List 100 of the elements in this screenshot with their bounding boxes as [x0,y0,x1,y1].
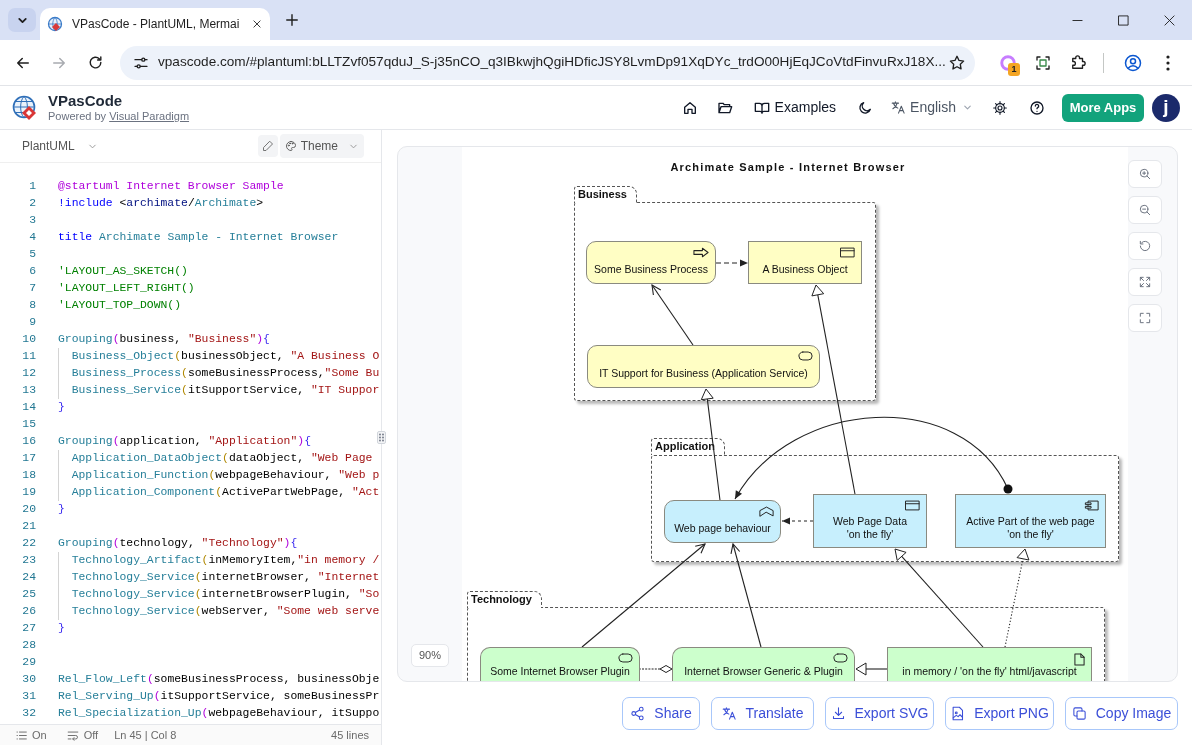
translate-icon [721,706,737,721]
line-number: 20 [21,502,36,517]
code-line: } [58,400,65,415]
close-icon [1163,14,1175,26]
examples-button[interactable]: Examples [748,93,842,122]
code-line: 'LAYOUT_LEFT_RIGHT() [58,281,195,296]
line-number: 7 [28,281,36,296]
pencil-icon [261,140,274,152]
code-line: } [58,502,65,517]
code-line: Application_DataObject(dataObject, "Web Page [58,450,373,467]
line-number: 29 [21,655,36,670]
edit-button[interactable] [257,135,278,157]
reset-view-button[interactable] [1128,232,1162,260]
tab-search-button[interactable] [8,8,36,32]
powered-by-text: Powered by Visual Paradigm [48,109,190,123]
code-line: @startuml Internet Browser Sample [58,179,284,194]
panel-icon [905,500,920,511]
line-number: 11 [21,349,36,364]
outline-toggle[interactable]: On [16,726,47,744]
diagram-title: Archimate Sample - Internet Browser [670,160,906,175]
code-line: Grouping(business, "Business"){ [58,332,270,347]
line-number: 19 [21,485,36,500]
language-button[interactable]: English [887,93,977,122]
user-avatar[interactable]: j [1152,93,1180,122]
caret-icon [962,102,973,113]
fullscreen-icon [1138,311,1152,325]
line-number: 24 [21,570,36,585]
resize-handle[interactable] [377,431,386,444]
language-dropdown[interactable]: PlantUML [14,134,106,158]
node-label: A Business Object [762,263,848,276]
line-number: 30 [21,672,36,687]
code-line: } [58,621,65,636]
code-line: 'LAYOUT_TOP_DOWN() [58,298,182,313]
address-bar[interactable]: vpascode.com/#plantuml:bLLTZvf057qduJ_S-j35nCO_q3IBkwjhQgiHDficJSY8LvmDp91XqDYc_trdO00HjEqJCoVtdFinvuRxJ18X... [120,45,975,80]
code-line: Application_Component(ActivePartWebPage, "Act [58,484,380,501]
access-arrow [781,517,814,525]
line-number: 3 [28,213,36,228]
export-png-button[interactable]: Export PNG [945,697,1054,730]
palette-icon [284,140,297,152]
group-label: Business [574,186,637,203]
serving-arrow [651,284,694,346]
code-line: Rel_Serving_Up(itSupportService, someBusinessPr [58,689,380,704]
code-line: Grouping(technology, "Technology"){ [58,536,298,551]
flow-arrow [715,259,749,267]
line-number: 22 [21,536,36,551]
line-number: 6 [28,264,36,279]
share-button[interactable]: Share [622,697,700,730]
node-label: Some Business Process [594,263,708,276]
close-icon [252,19,262,29]
fit-view-button[interactable] [1128,268,1162,296]
line-number: 10 [21,332,36,347]
line-number: 27 [21,621,36,636]
line-number: 2 [28,196,36,211]
theme-button[interactable]: Theme [279,134,364,158]
node-label: Web Page Data 'on the fly' [833,515,907,541]
line-number: 23 [21,553,36,568]
ring-icon [998,52,1018,73]
line-number: 18 [21,468,36,483]
copy-image-button[interactable]: Copy Image [1065,697,1178,730]
rotate-left-icon [1138,239,1152,253]
url-text: vpascode.com/#plantuml:bLLTZvf057qduJ_S-j35nCO_q3IBkwjhQgiHDficJSY8LvmDp91XqDYc_trdO00HjEqJCoVtdFinvuRxJ18X... [158,53,946,72]
line-number: 31 [21,689,36,704]
expand-arrows-icon [1138,275,1152,289]
wrap-icon [66,729,79,741]
line-number: 16 [21,434,36,449]
site-favicon [47,16,63,32]
zoom-out-button[interactable] [1128,196,1162,224]
home-icon [681,99,698,116]
app-name: VPasCode [48,92,124,109]
line-number: 13 [21,383,36,398]
pill-icon [618,653,633,663]
arrow-icon [693,247,709,258]
pill-icon [833,653,848,663]
line-number: 8 [28,298,36,313]
browser-tab[interactable]: VPasCode - PlantUML, Mermai [40,8,270,40]
code-line: !include <archimate/Archimate> [58,196,264,211]
component-icon [1084,500,1099,511]
translate-button[interactable]: Translate [711,697,814,730]
code-line: Business_Service(itSupportService, "IT Suppor [58,382,380,399]
code-line: Grouping(application, "Application"){ [58,434,311,449]
word-wrap-toggle[interactable]: Off [66,726,99,744]
list-icon [16,729,27,741]
line-number: 14 [21,400,36,415]
moon-icon [857,99,874,116]
line-number: 25 [21,587,36,602]
node-label: in memory / 'on the fly' html/javascript [902,665,1077,678]
node-label: Web page behaviour [674,522,771,535]
plus-icon [285,13,299,27]
visual-paradigm-link[interactable]: Visual Paradigm [109,110,190,122]
line-number: 15 [21,417,36,432]
help-icon [1029,99,1045,116]
code-line: 'LAYOUT_AS_SKETCH() [58,264,188,279]
fullscreen-button[interactable] [1128,304,1162,332]
line-number: 4 [28,230,36,245]
cursor-position: Ln 45 | Col 8 [114,727,177,743]
export-svg-button[interactable]: Export SVG [825,697,934,730]
zoom-in-icon [1138,167,1152,181]
line-number: 21 [21,519,36,534]
zoom-in-button[interactable] [1128,160,1162,188]
extension-button[interactable]: 1 [991,45,1025,80]
